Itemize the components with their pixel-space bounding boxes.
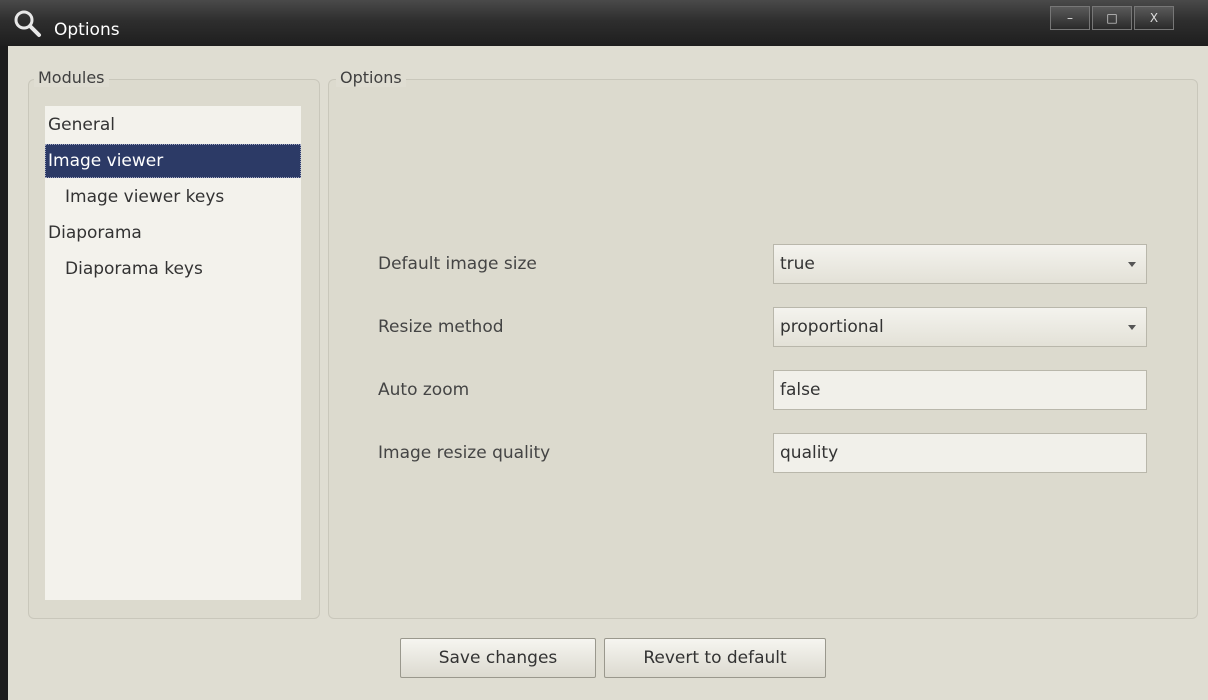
options-group-title: Options bbox=[336, 68, 406, 87]
default-image-size-value: true bbox=[780, 254, 815, 274]
magnifier-icon bbox=[14, 10, 41, 37]
options-groupbox bbox=[328, 79, 1198, 619]
module-item[interactable]: General bbox=[45, 108, 301, 142]
image-resize-quality-field[interactable]: quality bbox=[773, 433, 1147, 473]
chevron-down-icon bbox=[1128, 325, 1136, 330]
revert-to-default-button[interactable]: Revert to default bbox=[604, 638, 826, 678]
dialog-client-area: Modules General Image viewer Image viewer … bbox=[8, 46, 1208, 700]
module-item[interactable]: Image viewer bbox=[45, 144, 301, 178]
minimize-icon[interactable]: – bbox=[1050, 6, 1090, 30]
close-icon[interactable]: X bbox=[1134, 6, 1174, 30]
chevron-down-icon bbox=[1128, 262, 1136, 267]
window-controls: – □ X bbox=[1048, 6, 1174, 30]
module-item[interactable]: Diaporama bbox=[45, 216, 301, 250]
resize-method-value: proportional bbox=[780, 317, 884, 337]
modules-group-title: Modules bbox=[34, 68, 109, 87]
image-resize-quality-label: Image resize quality bbox=[378, 443, 551, 463]
default-image-size-select[interactable]: true bbox=[773, 244, 1147, 284]
options-window: Options – □ X Modules General Image viewe… bbox=[0, 0, 1208, 700]
resize-method-select[interactable]: proportional bbox=[773, 307, 1147, 347]
resize-method-label: Resize method bbox=[378, 317, 504, 337]
module-item[interactable]: Diaporama keys bbox=[45, 252, 301, 286]
module-item[interactable]: Image viewer keys bbox=[45, 180, 301, 214]
window-title: Options bbox=[54, 20, 120, 40]
title-bar[interactable]: Options – □ X bbox=[0, 0, 1208, 46]
maximize-icon[interactable]: □ bbox=[1092, 6, 1132, 30]
auto-zoom-label: Auto zoom bbox=[378, 380, 470, 400]
auto-zoom-field[interactable]: false bbox=[773, 370, 1147, 410]
modules-list[interactable]: General Image viewer Image viewer keys Diap… bbox=[45, 106, 301, 600]
default-image-size-label: Default image size bbox=[378, 254, 537, 274]
save-changes-button[interactable]: Save changes bbox=[400, 638, 596, 678]
